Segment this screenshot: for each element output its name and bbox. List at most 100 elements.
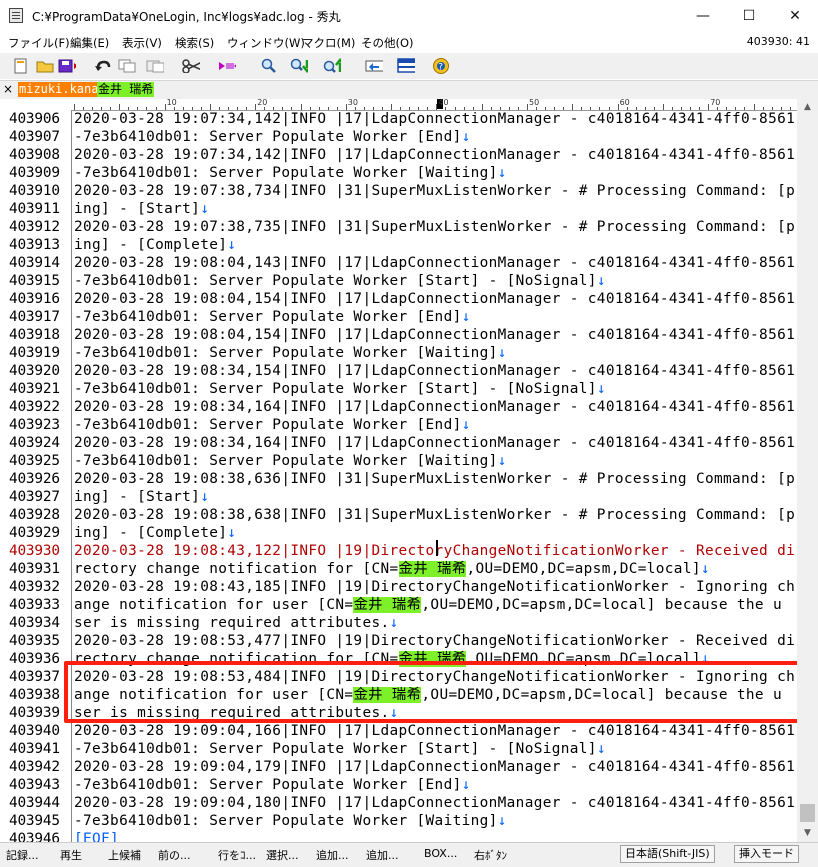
menu-other[interactable]: その他(O): [361, 35, 414, 51]
text-line[interactable]: 403925 -7e3b6410db01: Server Populate Wor…: [0, 452, 797, 470]
insert-mode-indicator[interactable]: 挿入モード: [734, 845, 799, 863]
text-line[interactable]: 403929 ing] - [Complete]↓: [0, 524, 797, 542]
text-line[interactable]: 403926 2020-03-28 19:08:38,636|INFO |31|S…: [0, 470, 797, 488]
current-line[interactable]: 403930 2020-03-28 19:08:43,122|INFO |19|D…: [0, 542, 797, 560]
status-append-1[interactable]: 追加...: [316, 847, 349, 863]
copy-icon[interactable]: [118, 57, 136, 75]
text-line[interactable]: 403941 -7e3b6410db01: Server Populate Wor…: [0, 740, 797, 758]
line-text[interactable]: -7e3b6410db01: Server Populate Worker [W…: [74, 344, 507, 362]
line-text[interactable]: -7e3b6410db01: Server Populate Worker [S…: [74, 740, 606, 758]
line-text[interactable]: -7e3b6410db01: Server Populate Worker [S…: [74, 380, 606, 398]
line-text[interactable]: ing] - [Complete]↓: [74, 236, 236, 254]
line-text[interactable]: [EOF]: [74, 830, 119, 842]
line-text[interactable]: 2020-03-28 19:08:04,154|INFO |17|LdapCon…: [74, 326, 795, 344]
line-text[interactable]: 2020-03-28 19:09:04,166|INFO |17|LdapCon…: [74, 722, 795, 740]
text-line[interactable]: 403923 -7e3b6410db01: Server Populate Wor…: [0, 416, 797, 434]
status-append-2[interactable]: 追加...: [366, 847, 399, 863]
find-down-icon[interactable]: [290, 57, 308, 75]
find-up-icon[interactable]: [323, 57, 341, 75]
text-line[interactable]: 403910 2020-03-28 19:07:38,734|INFO |31|S…: [0, 182, 797, 200]
menu-file[interactable]: ファイル(F): [8, 35, 70, 51]
line-text[interactable]: -7e3b6410db01: Server Populate Worker [W…: [74, 164, 507, 182]
text-line[interactable]: 403927 ing] - [Start]↓: [0, 488, 797, 506]
maximize-button[interactable]: ☐: [726, 0, 772, 32]
line-text[interactable]: 2020-03-28 19:09:04,179|INFO |17|LdapCon…: [74, 758, 795, 776]
paste-icon[interactable]: [218, 57, 236, 75]
tag-jump-icon[interactable]: [365, 57, 383, 75]
close-tag-icon[interactable]: ×: [3, 82, 13, 96]
status-prev-candidate[interactable]: 上候補: [108, 847, 141, 863]
text-line[interactable]: 403914 2020-03-28 19:08:04,143|INFO |17|L…: [0, 254, 797, 272]
find-icon[interactable]: [260, 57, 278, 75]
text-lines[interactable]: 403906 2020-03-28 19:07:34,142|INFO |17|L…: [0, 110, 797, 842]
text-line[interactable]: 403906 2020-03-28 19:07:34,142|INFO |17|L…: [0, 110, 797, 128]
text-line[interactable]: 403944 2020-03-28 19:09:04,180|INFO |17|L…: [0, 794, 797, 812]
help-icon[interactable]: ?: [432, 57, 450, 75]
line-text[interactable]: 2020-03-28 19:07:38,735|INFO |31|SuperMu…: [74, 218, 795, 236]
line-text[interactable]: 2020-03-28 19:09:04,180|INFO |17|LdapCon…: [74, 794, 795, 812]
line-text[interactable]: ange notification for user [CN=金井 瑞希,OU=…: [74, 596, 782, 614]
line-text[interactable]: 2020-03-28 19:08:34,164|INFO |17|LdapCon…: [74, 434, 795, 452]
line-text[interactable]: -7e3b6410db01: Server Populate Worker [E…: [74, 776, 471, 794]
menu-window[interactable]: ウィンドウ(W): [227, 35, 305, 51]
line-text[interactable]: 2020-03-28 19:08:38,638|INFO |31|SuperMu…: [74, 506, 795, 524]
status-box-select[interactable]: BOX...: [424, 847, 457, 860]
vertical-scrollbar[interactable]: ▲ ▼: [797, 99, 818, 842]
menu-edit[interactable]: 編集(E): [70, 35, 109, 51]
text-line[interactable]: 403931 rectory change notification for [C…: [0, 560, 797, 578]
text-line[interactable]: 403940 2020-03-28 19:09:04,166|INFO |17|L…: [0, 722, 797, 740]
menu-search[interactable]: 検索(S): [175, 35, 214, 51]
line-text[interactable]: 2020-03-28 19:08:04,154|INFO |17|LdapCon…: [74, 290, 795, 308]
text-line[interactable]: 403913 ing] - [Complete]↓: [0, 236, 797, 254]
text-line[interactable]: 403920 2020-03-28 19:08:34,154|INFO |17|L…: [0, 362, 797, 380]
scroll-thumb[interactable]: [800, 804, 815, 822]
window-split-icon[interactable]: [397, 57, 415, 75]
scroll-up-arrow-icon[interactable]: ▲: [797, 99, 818, 116]
text-line[interactable]: 403935 2020-03-28 19:08:53,477|INFO |19|D…: [0, 632, 797, 650]
line-text[interactable]: 2020-03-28 19:08:34,154|INFO |17|LdapCon…: [74, 362, 795, 380]
text-line[interactable]: 403942 2020-03-28 19:09:04,179|INFO |17|L…: [0, 758, 797, 776]
line-text[interactable]: 2020-03-28 19:07:38,734|INFO |31|SuperMu…: [74, 182, 795, 200]
close-button[interactable]: ✕: [772, 0, 818, 32]
line-text[interactable]: 2020-03-28 19:07:34,142|INFO |17|LdapCon…: [74, 110, 795, 128]
line-text[interactable]: 2020-03-28 19:08:43,122|INFO |19|Directo…: [74, 542, 795, 560]
text-line[interactable]: 403934 ser is missing required attributes…: [0, 614, 797, 632]
undo-icon[interactable]: [94, 57, 112, 75]
text-line[interactable]: 403928 2020-03-28 19:08:38,638|INFO |31|S…: [0, 506, 797, 524]
line-text[interactable]: rectory change notification for [CN=金井 瑞…: [74, 560, 710, 578]
line-text[interactable]: ing] - [Start]↓: [74, 200, 209, 218]
text-line[interactable]: 403943 -7e3b6410db01: Server Populate Wor…: [0, 776, 797, 794]
status-play-macro[interactable]: 再生: [60, 847, 82, 863]
line-text[interactable]: -7e3b6410db01: Server Populate Worker [E…: [74, 416, 471, 434]
text-line[interactable]: 403924 2020-03-28 19:08:34,164|INFO |17|L…: [0, 434, 797, 452]
status-previous[interactable]: 前の...: [158, 847, 191, 863]
text-line[interactable]: 403911 ing] - [Start]↓: [0, 200, 797, 218]
search-tag-username[interactable]: mizuki.kanai: [18, 82, 107, 97]
line-text[interactable]: 2020-03-28 19:08:43,185|INFO |19|Directo…: [74, 578, 795, 596]
text-line[interactable]: 403908 2020-03-28 19:07:34,142|INFO |17|L…: [0, 146, 797, 164]
line-text[interactable]: -7e3b6410db01: Server Populate Worker [E…: [74, 128, 471, 146]
status-select[interactable]: 選択...: [266, 847, 299, 863]
menu-macro[interactable]: マクロ(M): [302, 35, 355, 51]
text-line[interactable]: 403916 2020-03-28 19:08:04,154|INFO |17|L…: [0, 290, 797, 308]
save-icon[interactable]: [58, 57, 76, 75]
text-line[interactable]: 403922 2020-03-28 19:08:34,164|INFO |17|L…: [0, 398, 797, 416]
line-text[interactable]: ser is missing required attributes.↓: [74, 614, 399, 632]
encoding-indicator[interactable]: 日本語(Shift-JIS): [620, 845, 715, 863]
text-line[interactable]: 403909 -7e3b6410db01: Server Populate Wor…: [0, 164, 797, 182]
menu-view[interactable]: 表示(V): [122, 35, 162, 51]
text-line[interactable]: 403946 [EOF]: [0, 830, 797, 842]
title-bar[interactable]: C:¥ProgramData¥OneLogin, Inc¥logs¥adc.lo…: [0, 0, 818, 32]
text-line[interactable]: 403945 -7e3b6410db01: Server Populate Wor…: [0, 812, 797, 830]
minimize-button[interactable]: —: [680, 0, 726, 32]
text-line[interactable]: 403915 -7e3b6410db01: Server Populate Wor…: [0, 272, 797, 290]
search-tag-fullname[interactable]: 金井 瑞希: [97, 82, 155, 97]
line-text[interactable]: 2020-03-28 19:08:04,143|INFO |17|LdapCon…: [74, 254, 795, 272]
line-text[interactable]: -7e3b6410db01: Server Populate Worker [W…: [74, 452, 507, 470]
line-text[interactable]: -7e3b6410db01: Server Populate Worker [E…: [74, 308, 471, 326]
status-right-button[interactable]: 右ﾎﾞﾀﾝ: [474, 847, 507, 863]
cut-icon[interactable]: [182, 57, 200, 75]
open-folder-icon[interactable]: [36, 57, 54, 75]
text-line[interactable]: 403918 2020-03-28 19:08:04,154|INFO |17|L…: [0, 326, 797, 344]
text-line[interactable]: 403917 -7e3b6410db01: Server Populate Wor…: [0, 308, 797, 326]
